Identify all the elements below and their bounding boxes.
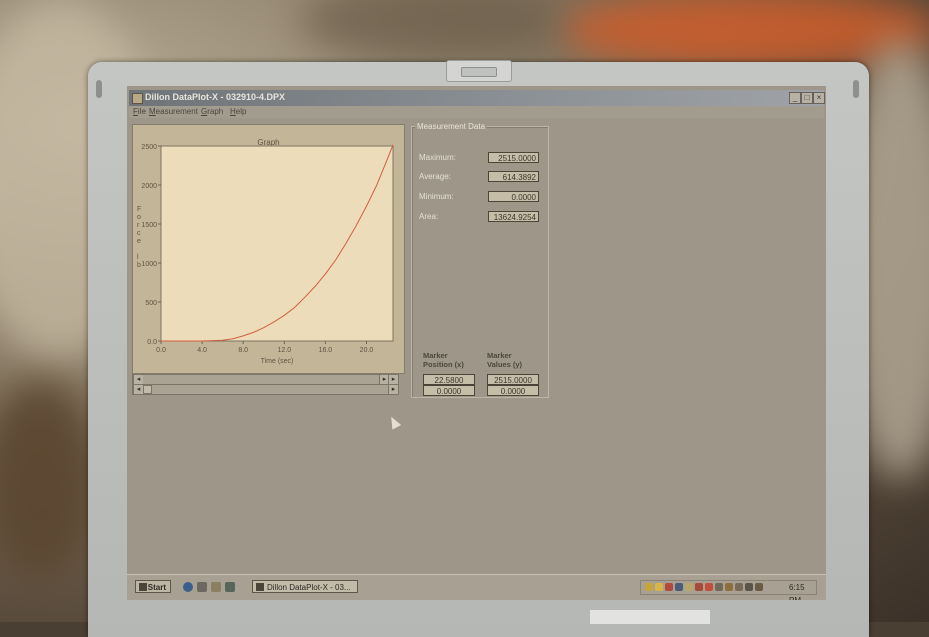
tray-icon[interactable]: [705, 583, 713, 591]
scroll-thumb[interactable]: [143, 385, 152, 394]
desktop-icon[interactable]: [197, 582, 207, 592]
y-axis-label-letter: o: [137, 214, 141, 221]
maximize-button[interactable]: □: [801, 92, 813, 104]
tray-icon[interactable]: [735, 583, 743, 591]
app-icon: [256, 583, 264, 591]
menu-bar: File Measurement Graph Help: [129, 106, 824, 118]
window-title: Dillon DataPlot-X - 032910-4.DPX: [145, 92, 286, 102]
tray-icon[interactable]: [655, 583, 663, 591]
scroll-left-arrow-icon[interactable]: ◂: [133, 375, 143, 384]
marker-x-value-2[interactable]: 0.0000: [423, 385, 475, 396]
scroll-right-end-arrow-icon[interactable]: ▸: [388, 375, 398, 384]
status-led-right: [853, 80, 859, 98]
media-icon[interactable]: [225, 582, 235, 592]
app-icon: [132, 93, 143, 104]
system-tray: 6:15 PM: [640, 580, 817, 600]
tray-icon[interactable]: [645, 583, 653, 591]
menu-measurement[interactable]: Measurement: [149, 107, 198, 116]
tray-icon[interactable]: [755, 583, 763, 591]
graph-panel: Graph 0.0 500 1000 1500 2000 2500 0.0 4.0 8.0 12.…: [132, 124, 405, 374]
x-tick-label: 12.0: [277, 347, 291, 354]
y-tick-label: 2500: [141, 144, 157, 151]
tray-icon[interactable]: [725, 583, 733, 591]
marker-y-value-2[interactable]: 0.0000: [487, 385, 539, 396]
average-label: Average:: [419, 172, 451, 181]
clock: 6:15 PM: [789, 583, 805, 600]
x-tick-label: 8.0: [238, 347, 248, 354]
force-time-chart: 0.0 500 1000 1500 2000 2500 0.0 4.0 8.0 12.0 16.0 2…: [137, 144, 394, 365]
y-axis-label-letter: b: [137, 262, 141, 269]
start-button[interactable]: Start: [135, 580, 171, 593]
x-tick-label: 0.0: [156, 347, 166, 354]
y-axis-label-letter: l: [137, 254, 139, 261]
scroll-left-arrow-icon[interactable]: ◂: [133, 385, 143, 394]
marker-y-value-1[interactable]: 2515.0000: [487, 374, 539, 385]
measurement-title: Measurement Data: [415, 122, 488, 131]
menu-graph[interactable]: Graph: [201, 107, 223, 116]
screen: Dillon DataPlot-X - 032910-4.DPX _ □ × F…: [127, 86, 826, 600]
tray-icon[interactable]: [715, 583, 723, 591]
x-tick-label: 4.0: [197, 347, 207, 354]
browser-icon[interactable]: [183, 582, 193, 592]
marker-values-header: Marker Values (y): [487, 351, 523, 369]
tray-icon[interactable]: [685, 583, 693, 591]
status-led-left: [96, 80, 102, 98]
tray-icon[interactable]: [675, 583, 683, 591]
menu-file[interactable]: File: [133, 107, 146, 116]
x-tick-label: 16.0: [319, 347, 333, 354]
x-tick-label: 20.0: [360, 347, 374, 354]
taskbar-app-button[interactable]: Dillon DataPlot-X - 03...: [252, 580, 358, 593]
y-axis-label-letter: r: [137, 222, 140, 229]
lid-latch: [446, 60, 512, 82]
average-value: 614.3892: [488, 171, 539, 182]
taskbar: Start Dillon DataPlot-X - 03... 6:15 PM: [127, 574, 826, 600]
y-axis-label-letter: F: [137, 206, 141, 213]
window-titlebar[interactable]: Dillon DataPlot-X - 032910-4.DPX _ □ ×: [129, 90, 825, 106]
quicklaunch-icon[interactable]: [211, 582, 221, 592]
graph-scrollbar-bottom[interactable]: ◂ ▸: [132, 384, 399, 395]
menu-help[interactable]: Help: [230, 107, 246, 116]
maximum-value: 2515.0000: [488, 152, 539, 163]
tray-icon[interactable]: [695, 583, 703, 591]
marker-position-header: Marker Position (x): [423, 351, 464, 369]
y-tick-label: 1500: [141, 222, 157, 229]
tray-icon[interactable]: [665, 583, 673, 591]
minimum-label: Minimum:: [419, 192, 454, 201]
area-label: Area:: [419, 212, 439, 221]
x-axis-label: Time (sec): [261, 358, 294, 365]
scroll-right-arrow-icon[interactable]: ▸: [388, 385, 398, 394]
close-button[interactable]: ×: [813, 92, 825, 104]
y-tick-label: 0.0: [147, 339, 157, 346]
tray-icon[interactable]: [745, 583, 753, 591]
mouse-cursor-icon: [386, 414, 402, 430]
y-axis-label-letter: e: [137, 238, 141, 245]
minimize-button[interactable]: _: [789, 92, 801, 104]
minimum-value: 0.0000: [488, 191, 539, 202]
marker-x-value-1[interactable]: 22.5800: [423, 374, 475, 385]
plot-area: [160, 145, 394, 342]
y-axis-label-letter: c: [137, 230, 141, 237]
y-tick-label: 1000: [141, 261, 157, 268]
y-tick-label: 500: [145, 300, 157, 307]
area-value: 13624.9254: [488, 211, 539, 222]
y-tick-label: 2000: [141, 183, 157, 190]
windows-flag-icon: [139, 583, 147, 591]
maximum-label: Maximum:: [419, 153, 456, 162]
